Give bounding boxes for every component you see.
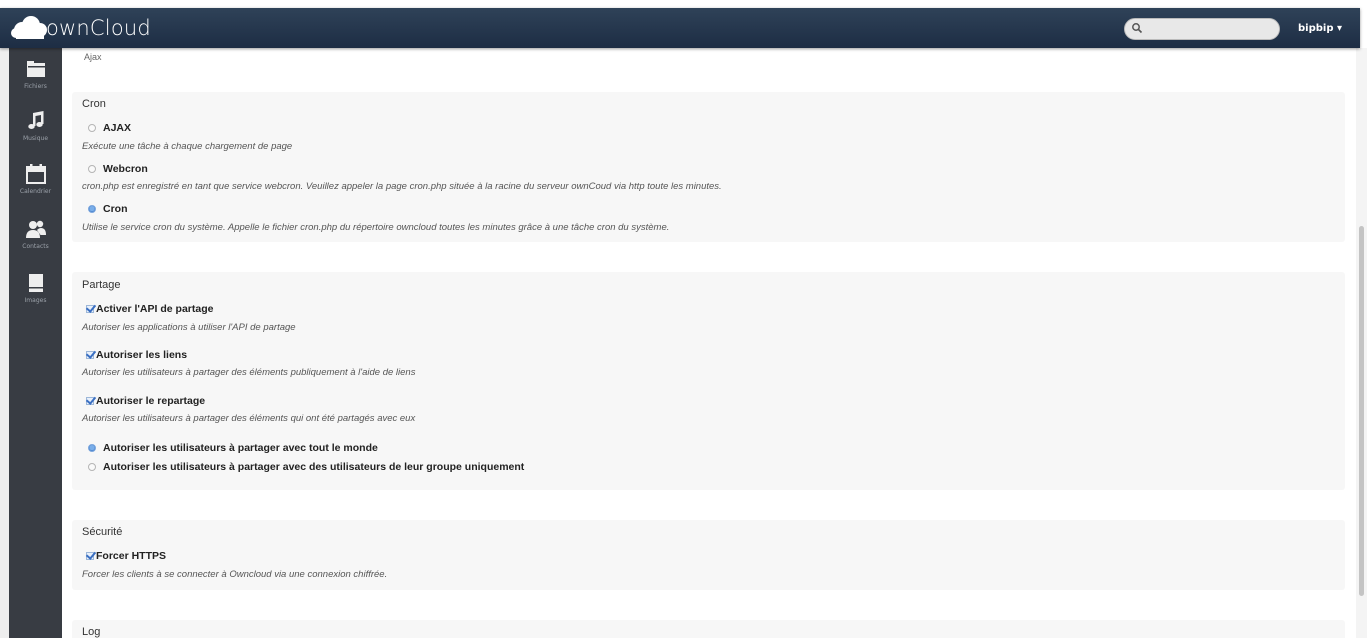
checkbox-allow-links[interactable]: Autoriser les liens [86, 349, 187, 361]
search-box[interactable] [1124, 18, 1280, 40]
checkbox-force-https[interactable]: Forcer HTTPS [86, 550, 166, 562]
option-description: Autoriser les applications à utiliser l'… [82, 322, 296, 333]
option-description: Utilise le service cron du système. Appe… [82, 222, 670, 233]
nav-item-images[interactable]: Images [9, 272, 62, 304]
option-description: cron.php est enregistré en tant que serv… [82, 181, 722, 192]
calendar-icon [25, 164, 46, 184]
sharing-section: Partage Activer l'API de partage Autoris… [72, 272, 1345, 490]
radio-button[interactable] [88, 124, 96, 132]
checkbox-enable-share-api[interactable]: Activer l'API de partage [86, 303, 213, 315]
radio-button-selected[interactable] [88, 444, 96, 452]
nav-label: Calendrier [19, 188, 52, 195]
music-icon [27, 111, 43, 129]
option-description: Autoriser les utilisateurs à partager de… [82, 413, 416, 424]
cron-section: Cron AJAX Exécute une tâche à chaque cha… [72, 92, 1345, 242]
vertical-scrollbar[interactable] [1356, 48, 1367, 638]
checkbox-checked[interactable] [86, 351, 94, 359]
nav-label: Images [24, 297, 47, 304]
nav-item-fichiers[interactable]: Fichiers [9, 58, 62, 90]
option-description: Autoriser les utilisateurs à partager de… [82, 367, 416, 378]
radio-button[interactable] [88, 165, 96, 173]
nav-item-calendrier[interactable]: Calendrier [9, 163, 62, 195]
partial-section-text: Ajax [84, 52, 102, 62]
checkbox-checked[interactable] [86, 397, 94, 405]
option-label: AJAX [103, 122, 132, 134]
option-label: Activer l'API de partage [96, 303, 214, 315]
owncloud-logo[interactable]: ownCloud [10, 12, 151, 44]
radio-share-with-everyone[interactable]: Autoriser les utilisateurs à partager av… [88, 442, 378, 454]
checkbox-allow-resharing[interactable]: Autoriser le repartage [86, 395, 205, 407]
section-title: Cron [82, 98, 106, 110]
scrollbar-thumb[interactable] [1359, 226, 1364, 596]
contacts-icon [25, 220, 46, 238]
option-label: Forcer HTTPS [96, 550, 167, 562]
option-label: Autoriser le repartage [96, 395, 206, 407]
radio-webcron[interactable]: Webcron [88, 163, 148, 175]
app-navigation: Fichiers Musique Calendrier Contacts Ima… [0, 48, 62, 638]
checkbox-checked[interactable] [86, 305, 94, 313]
option-label: Autoriser les utilisateurs à partager av… [103, 442, 378, 454]
logo-text: ownCloud [46, 16, 151, 40]
section-title: Sécurité [82, 526, 123, 538]
radio-button-selected[interactable] [88, 205, 96, 213]
nav-label: Fichiers [24, 83, 47, 90]
top-header: ownCloud bipbip ▾ [0, 8, 1360, 48]
option-label: Autoriser les utilisateurs à partager av… [103, 461, 525, 473]
cloud-logo-icon [11, 16, 47, 39]
search-input[interactable] [1147, 21, 1276, 39]
nav-item-musique[interactable]: Musique [9, 110, 62, 142]
option-label: Cron [103, 203, 128, 215]
option-label: Webcron [103, 163, 148, 175]
user-menu[interactable]: bipbip ▾ [1298, 23, 1342, 34]
search-icon [1132, 23, 1143, 34]
radio-cron[interactable]: Cron [88, 203, 128, 215]
section-title: Log [82, 626, 101, 638]
folder-icon [26, 61, 45, 77]
section-title: Partage [82, 279, 121, 291]
log-section: Log [72, 620, 1345, 638]
option-label: Autoriser les liens [96, 349, 188, 361]
option-description: Forcer les clients à se connecter à Ownc… [82, 569, 388, 580]
nav-label: Contacts [22, 243, 49, 250]
checkbox-checked[interactable] [86, 552, 94, 560]
nav-item-contacts[interactable]: Contacts [9, 218, 62, 250]
radio-share-with-group-only[interactable]: Autoriser les utilisateurs à partager av… [88, 461, 524, 473]
security-section: Sécurité Forcer HTTPS Forcer les clients… [72, 520, 1345, 590]
radio-button[interactable] [88, 463, 96, 471]
images-icon [28, 274, 43, 292]
option-description: Exécute une tâche à chaque chargement de… [82, 141, 293, 152]
radio-ajax[interactable]: AJAX [88, 122, 131, 134]
nav-label: Musique [22, 135, 49, 142]
